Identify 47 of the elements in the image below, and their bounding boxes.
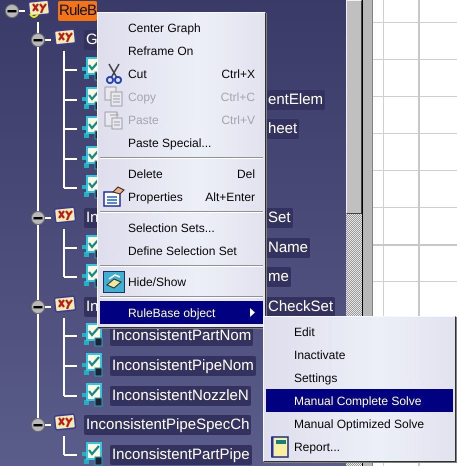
node-label[interactable]: CheckSet (266, 296, 336, 317)
properties-icon (103, 186, 125, 208)
check-icon (82, 352, 102, 376)
scrollbar-thumb[interactable] (346, 0, 362, 214)
copy-icon (104, 86, 124, 108)
menu-item[interactable]: Center Graph (100, 16, 263, 39)
node-label[interactable]: InconsistentPipeSpecCh (84, 415, 252, 436)
menu-item[interactable]: Cut Ctrl+X (100, 62, 263, 85)
node-label[interactable]: Set (266, 208, 293, 228)
formula-icon (54, 206, 76, 224)
node-label[interactable]: RuleB (58, 0, 98, 21)
collapse-icon[interactable] (31, 300, 45, 314)
menu-item[interactable]: Report... (266, 435, 453, 458)
menu-item[interactable]: Edit (266, 320, 453, 343)
hide-show-icon (103, 270, 125, 292)
node-label[interactable]: me (266, 267, 291, 288)
node-label[interactable]: InconsistentPipeNom (110, 356, 256, 376)
report-icon (271, 436, 289, 458)
formula-icon (54, 294, 76, 312)
check-icon (82, 442, 102, 466)
menu-item[interactable]: Settings (266, 366, 453, 389)
scissors-icon (104, 62, 124, 84)
menu-item[interactable]: Manual Optimized Solve (266, 412, 453, 435)
node-label[interactable]: Name (266, 238, 310, 258)
menu-item[interactable]: Define Selection Set (100, 239, 263, 262)
collapse-icon[interactable] (5, 4, 19, 18)
paste-icon (104, 108, 124, 130)
collapse-icon[interactable] (31, 33, 45, 48)
collapse-icon[interactable] (31, 418, 45, 432)
menu-item[interactable]: Properties Alt+Enter (100, 185, 263, 208)
formula-icon (54, 28, 76, 46)
menu-item[interactable]: Hide/Show (100, 270, 263, 293)
menu-item[interactable]: RuleBase object (100, 301, 263, 324)
formula-icon (28, 0, 50, 18)
node-label[interactable]: entElem (266, 90, 326, 110)
menu-item[interactable]: Selection Sets... (100, 216, 263, 239)
menu-item[interactable]: Paste Special... (100, 131, 263, 154)
menu-item[interactable]: Delete Del (100, 162, 263, 185)
formula-icon (54, 413, 76, 431)
menu-item[interactable]: Inactivate (266, 343, 453, 366)
collapse-icon[interactable] (31, 210, 45, 225)
check-icon (82, 382, 102, 406)
node-label[interactable]: InconsistentPartPipe (110, 444, 252, 465)
node-label[interactable]: heet (266, 119, 300, 140)
node-label[interactable]: InconsistentNozzleN (110, 386, 251, 406)
menu-item[interactable]: Reframe On (100, 39, 263, 62)
menu-item[interactable]: Manual Complete Solve (266, 389, 453, 412)
